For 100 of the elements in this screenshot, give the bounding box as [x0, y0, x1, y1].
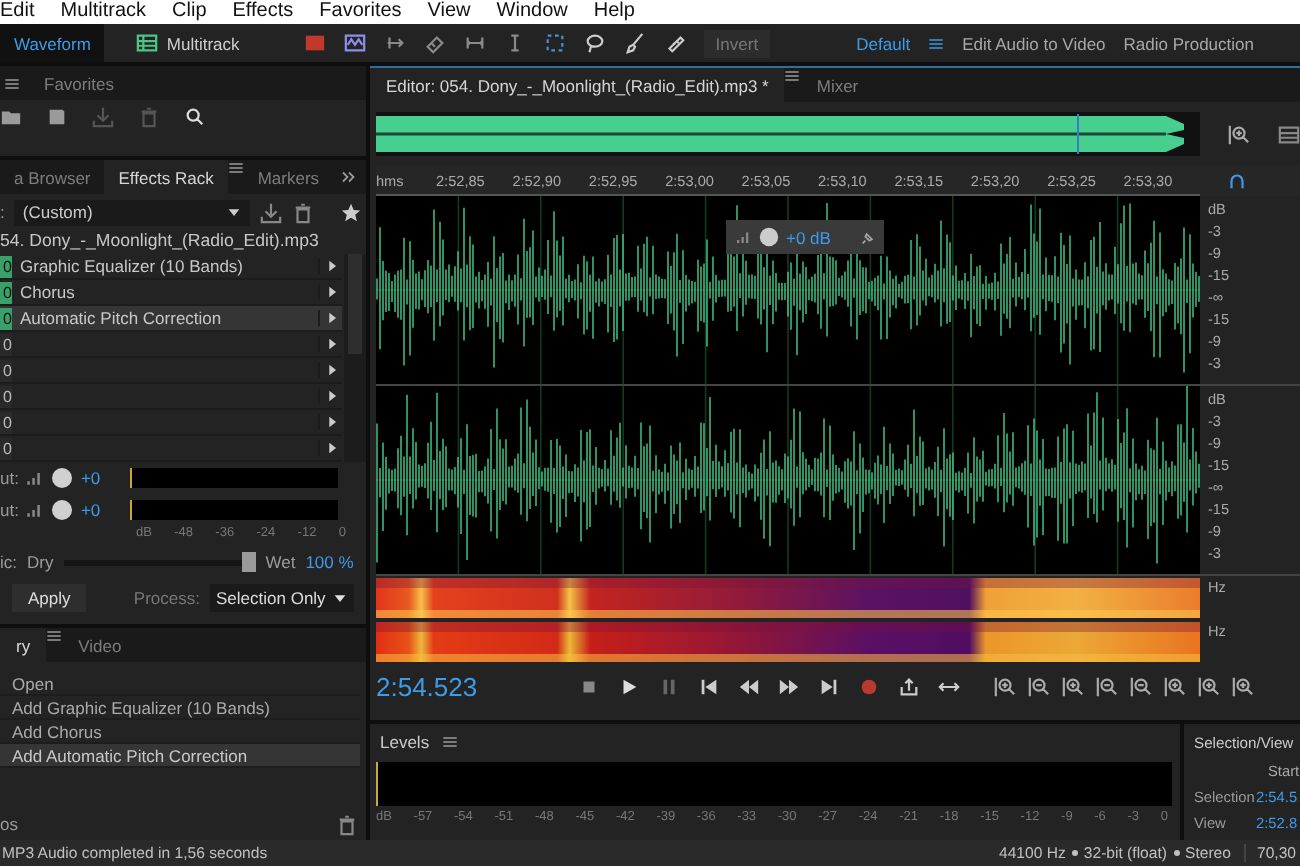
history-item[interactable]: Add Automatic Pitch Correction — [0, 744, 360, 768]
menu-item[interactable]: Multitrack — [60, 0, 147, 24]
play-icon[interactable] — [618, 675, 640, 697]
gain-knob[interactable] — [50, 498, 75, 522]
export-icon[interactable] — [898, 675, 920, 697]
power-toggle[interactable]: 0 — [0, 359, 12, 381]
zoom-in-icon[interactable] — [994, 675, 1016, 697]
power-toggle[interactable]: 0 — [0, 437, 12, 459]
menu-item[interactable]: Edit — [0, 0, 35, 24]
menu-item[interactable]: Effects — [232, 0, 294, 24]
menu-icon[interactable] — [4, 75, 20, 91]
effect-slot[interactable]: 0 — [0, 332, 342, 358]
spectral-view-icon[interactable] — [343, 32, 366, 54]
pause-icon[interactable] — [658, 675, 680, 697]
menu-icon[interactable] — [46, 628, 63, 644]
rewind-icon[interactable] — [738, 675, 760, 697]
pin-icon[interactable] — [860, 229, 877, 245]
zoom-in-icon[interactable] — [1164, 675, 1186, 697]
power-toggle[interactable]: 0 — [0, 333, 12, 355]
effect-slot[interactable]: 0 Graphic Equalizer (10 Bands) — [0, 254, 342, 280]
power-toggle[interactable]: 0 — [0, 281, 12, 303]
gain-knob[interactable] — [50, 466, 75, 490]
effect-slot[interactable]: 0 — [0, 358, 342, 384]
panel-title: Levels — [380, 731, 430, 751]
signal-icon[interactable] — [734, 228, 752, 246]
signal-icon[interactable] — [24, 468, 45, 488]
workspace-tab[interactable]: Default — [856, 33, 911, 53]
panel-tab[interactable]: Effects Rack — [104, 160, 228, 194]
panel-tab[interactable]: ry — [0, 628, 47, 662]
workspace-tab[interactable]: Radio Production — [1123, 33, 1254, 53]
zoom-out-icon[interactable] — [1028, 675, 1050, 697]
preset-dropdown[interactable]: (Custom) — [14, 199, 251, 225]
skip-start-icon[interactable] — [698, 675, 720, 697]
zoom-out-icon[interactable] — [1096, 675, 1118, 697]
panel-tab[interactable]: Favorites — [28, 73, 130, 93]
current-time: 2:54.523 — [376, 671, 480, 701]
search-icon[interactable] — [184, 106, 206, 128]
zoom-in-icon[interactable] — [1232, 675, 1254, 697]
time-selection-icon[interactable] — [463, 32, 486, 54]
editor-tab[interactable]: Editor: 054. Dony_-_Moonlight_(Radio_Edit).mp3 * — [370, 68, 785, 102]
delete-icon[interactable] — [292, 201, 315, 223]
menu-item[interactable]: Favorites — [319, 0, 402, 24]
spectrogram-drawing[interactable] — [376, 578, 1200, 618]
power-toggle[interactable]: 0 — [0, 411, 12, 433]
menu-icon[interactable] — [441, 733, 458, 749]
magnet-icon[interactable] — [1225, 170, 1247, 192]
effect-slot[interactable]: 0 Automatic Pitch Correction — [0, 306, 342, 332]
table-icon[interactable] — [136, 32, 159, 54]
menu-icon[interactable] — [784, 68, 801, 84]
fast-forward-icon[interactable] — [778, 675, 800, 697]
folder-icon[interactable] — [0, 106, 22, 128]
scrollbar[interactable] — [344, 254, 366, 462]
move-icon[interactable] — [383, 32, 406, 54]
menu-item[interactable]: Window — [496, 0, 568, 24]
workspace-tab[interactable]: Edit Audio to Video — [962, 33, 1106, 53]
editor-tab[interactable]: Mixer — [800, 68, 875, 102]
record-icon[interactable] — [858, 675, 880, 697]
skip-end-icon[interactable] — [818, 675, 840, 697]
history-item[interactable]: Add Graphic Equalizer (10 Bands) — [0, 696, 360, 720]
panel-tab[interactable]: Video — [62, 628, 138, 662]
process-dropdown[interactable]: Selection Only — [210, 583, 354, 611]
grid-icon[interactable] — [1277, 123, 1299, 145]
gain-hud[interactable]: +0 dB — [726, 220, 885, 254]
marquee-icon[interactable] — [543, 32, 566, 54]
spectrogram-drawing[interactable] — [376, 622, 1200, 662]
menu-item[interactable]: Clip — [172, 0, 207, 24]
gain-knob[interactable] — [758, 226, 780, 248]
zoom-in-icon[interactable] — [1198, 675, 1220, 697]
menu-icon[interactable] — [227, 160, 244, 176]
slider-thumb[interactable] — [241, 552, 256, 572]
save-preset-icon[interactable] — [260, 201, 283, 223]
favorite-star-icon[interactable] — [340, 201, 363, 223]
mode-tab[interactable]: Waveform — [0, 24, 105, 62]
signal-icon[interactable] — [24, 500, 45, 520]
panel-tab[interactable]: Markers — [243, 160, 334, 194]
effect-slot[interactable]: 0 — [0, 384, 342, 410]
lasso-icon[interactable] — [583, 32, 606, 54]
menu-item[interactable]: Help — [593, 0, 635, 24]
overview-waveform-drawing[interactable] — [376, 112, 1200, 156]
bandage-icon[interactable] — [663, 32, 686, 54]
waveform-drawing[interactable] — [376, 386, 1200, 574]
effect-slot[interactable]: 0 — [0, 410, 342, 436]
history-item[interactable]: Open — [0, 672, 360, 696]
brush-icon[interactable] — [623, 32, 646, 54]
save-icon[interactable] — [46, 106, 68, 128]
zoom-out-icon[interactable] — [1130, 675, 1152, 697]
more-tabs-icon[interactable] — [340, 168, 358, 186]
power-toggle[interactable]: 0 — [0, 307, 12, 329]
zoom-icon[interactable] — [1227, 123, 1249, 145]
zoom-in-icon[interactable] — [1062, 675, 1084, 697]
power-toggle[interactable]: 0 — [0, 385, 12, 407]
power-toggle[interactable]: 0 — [0, 255, 12, 277]
effect-slot[interactable]: 0 — [0, 436, 342, 462]
separator-dot-icon — [1173, 850, 1179, 856]
delete-icon[interactable] — [336, 813, 358, 835]
menu-item[interactable]: View — [427, 0, 471, 24]
apply-button[interactable]: Apply — [12, 583, 87, 611]
menu-icon[interactable] — [928, 35, 945, 51]
waveform-drawing[interactable] — [376, 196, 1200, 384]
panel-tab[interactable]: a Browser — [0, 160, 105, 194]
